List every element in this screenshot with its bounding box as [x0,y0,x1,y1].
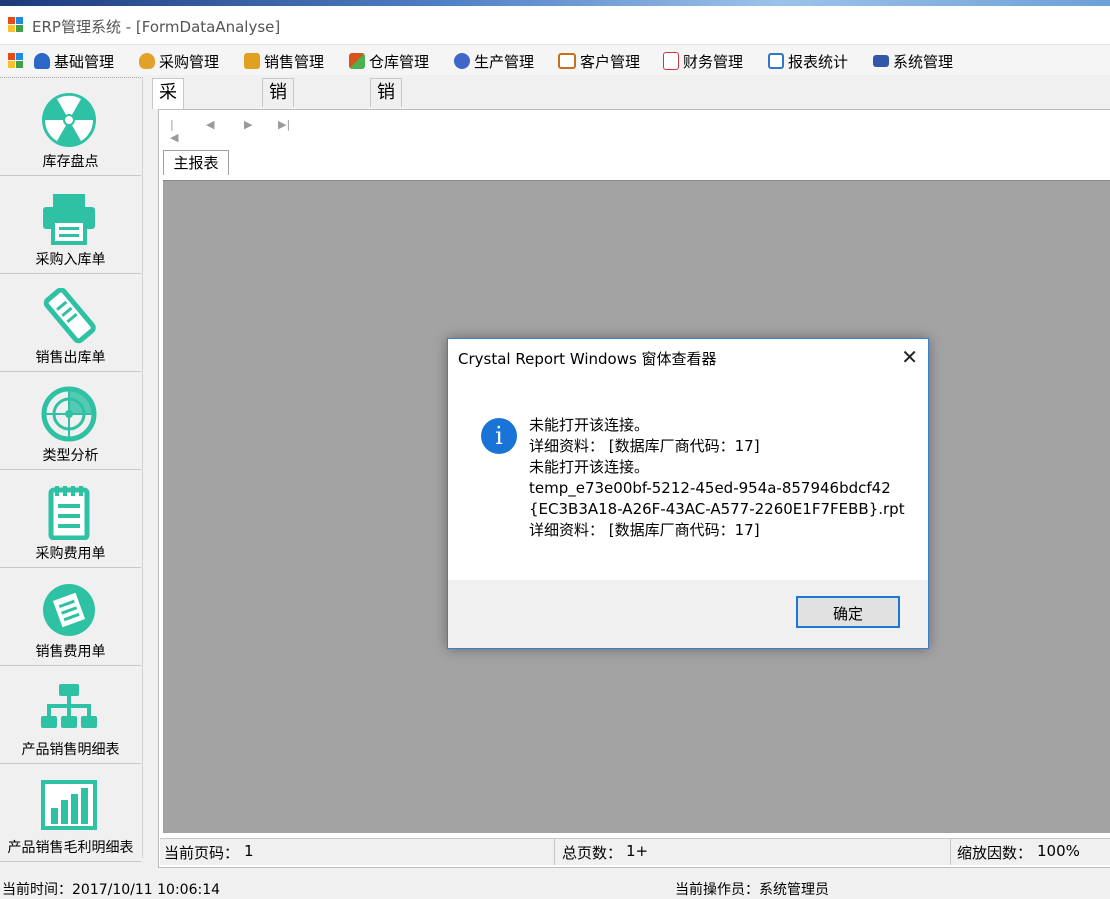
radiation-icon [42,93,96,147]
current-time: 当前时间：2017/10/11 10:06:14 [2,882,221,898]
info-icon: i [481,418,517,454]
viewer-status-bar: 当前页码： 1 总页数： 1+ 缩放因数： 100% [160,838,1110,865]
zoom-label: 缩放因数： [957,844,1033,862]
current-operator: 当前操作员：系统管理员 [675,882,829,898]
tab-sales-margin-summary[interactable]: 销售毛利汇总表 [370,78,402,271]
menu-customer[interactable]: 客户管理 [558,51,640,71]
bar-chart-icon [41,780,97,830]
notepad-icon [48,486,90,540]
first-page-icon[interactable]: |◀ [170,118,178,144]
money-bag-icon [139,53,155,69]
app-menu-icon[interactable] [8,53,24,69]
current-page-value: 1 [244,842,254,860]
current-page-label: 当前页码： [164,844,240,862]
message-line: 详细资料： [数据库厂商代码：17] [529,521,760,539]
dialog-title: Crystal Report Windows 窗体查看器 [458,350,717,368]
message-line: temp_e73e00bf-5212-45ed-954a-857946bdcf4… [529,479,891,497]
last-page-icon[interactable]: ▶| [278,118,290,131]
message-line: 详细资料： [数据库厂商代码：17] [529,437,760,455]
total-pages-value: 1+ [626,842,649,860]
system-monitor-icon [873,55,889,67]
message-line: 未能打开该连接。 [529,416,650,434]
close-icon[interactable]: ✕ [901,347,918,367]
menu-reports[interactable]: 报表统计 [768,51,848,71]
radar-icon [41,386,97,442]
document-circle-icon [43,584,95,636]
menu-finance[interactable]: 财务管理 [663,51,743,71]
sidebar-item-product-margin-detail[interactable]: 产品销售毛利明细表 [0,764,141,862]
app-footer: 当前时间：2017/10/11 10:06:14 当前操作员：系统管理员 [0,876,1110,898]
ledger-icon [663,52,679,70]
menu-purchase[interactable]: 采购管理 [139,51,219,71]
sidebar-item-sales-expense[interactable]: 销售费用单 [0,568,141,666]
sidebar: 库存盘点 采购入库单 销售出库单 类型分析 采购费用单 销售费用单 产品销售明细… [0,77,143,862]
next-page-icon[interactable]: ▶ [244,118,252,131]
message-line: {EC3B3A18-A26F-43AC-A577-2260E1F7FEBB}.r… [529,500,905,518]
printer-icon [43,194,95,245]
report-icon [768,53,784,69]
sales-tag-icon [244,53,260,69]
menu-warehouse[interactable]: 仓库管理 [349,51,429,71]
tab-sales-summary[interactable]: 销售汇总表 [262,78,294,215]
prev-page-icon[interactable]: ◀ [206,118,214,131]
message-line: 未能打开该连接。 [529,458,650,476]
sidebar-item-sales-outbound[interactable]: 销售出库单 [0,274,141,372]
menu-bar: 基础管理 采购管理 销售管理 仓库管理 生产管理 客户管理 财务管理 报表统计 … [0,45,1110,75]
error-dialog: Crystal Report Windows 窗体查看器 ✕ i 未能打开该连接… [447,338,929,649]
zoom-value: 100% [1037,842,1080,860]
dialog-message: 未能打开该连接。 详细资料： [数据库厂商代码：17] 未能打开该连接。 tem… [529,415,905,541]
sidebar-item-purchase-inbound[interactable]: 采购入库单 [0,176,141,274]
users-icon [34,53,50,69]
sidebar-item-purchase-expense[interactable]: 采购费用单 [0,470,141,568]
org-chart-icon [41,684,97,728]
menu-sales[interactable]: 销售管理 [244,51,324,71]
status-separator [950,839,951,865]
sidebar-item-type-analysis[interactable]: 类型分析 [0,372,141,470]
window-title: ERP管理系统 - [FormDataAnalyse] [32,18,281,36]
menu-system[interactable]: 系统管理 [873,51,953,71]
receipt-scroll-icon [43,288,96,344]
sidebar-item-product-sales-detail[interactable]: 产品销售明细表 [0,666,141,764]
gear-globe-icon [454,53,470,69]
main-report-tab[interactable]: 主报表 [163,150,229,175]
sidebar-item-inventory-count[interactable]: 库存盘点 [0,78,141,176]
customer-card-icon [558,53,576,69]
menu-production[interactable]: 生产管理 [454,51,534,71]
dialog-footer: 确定 [448,580,928,648]
tab-purchase-summary[interactable]: 采购汇总表 [152,78,184,215]
menu-basic[interactable]: 基础管理 [34,51,114,71]
total-pages-label: 总页数： [562,844,623,862]
boxes-icon [349,53,365,69]
title-bar: ERP管理系统 - [FormDataAnalyse] [0,6,1110,45]
app-icon [8,17,24,33]
ok-button[interactable]: 确定 [796,596,900,628]
status-separator [554,839,555,865]
